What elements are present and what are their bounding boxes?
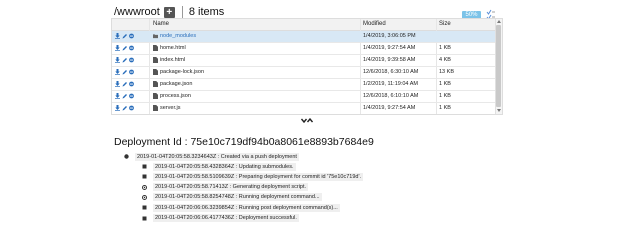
file-name[interactable]: home.html — [160, 45, 186, 51]
file-size: 1 KB — [439, 45, 451, 51]
add-folder-button[interactable]: + — [163, 6, 175, 18]
file-name[interactable]: package.json — [160, 81, 192, 87]
edit-icon[interactable] — [122, 93, 127, 99]
file-modified: 1/2/2019, 11:19:04 AM — [363, 81, 418, 87]
row-actions — [115, 105, 134, 111]
file-row[interactable]: node_modules 1/4/2019, 3:06:05 PM — [112, 31, 495, 43]
row-actions — [115, 69, 134, 75]
file-size: 1 KB — [439, 81, 451, 87]
file-size: 1 KB — [439, 105, 451, 111]
edit-icon[interactable] — [122, 69, 127, 75]
log-text: 2019-01-04T20:05:58.71413Z : Generating … — [153, 183, 309, 192]
download-icon[interactable] — [115, 105, 120, 111]
delete-icon[interactable] — [129, 69, 134, 75]
file-name[interactable]: index.html — [160, 57, 185, 63]
row-actions — [115, 93, 134, 99]
row-actions — [115, 33, 134, 39]
file-modified: 1/4/2019, 9:39:58 AM — [363, 57, 416, 63]
resize-toggle-icon[interactable] — [301, 118, 313, 126]
log-entry: 2019-01-04T20:06:06.3239854Z : Running p… — [142, 203, 340, 212]
file-icon — [153, 93, 158, 99]
file-icon — [153, 45, 158, 51]
file-modified: 1/4/2019, 3:06:05 PM — [363, 33, 416, 39]
step-icon — [142, 164, 147, 169]
log-text: 2019-01-04T20:05:58.3234643Z : Created v… — [135, 152, 299, 161]
column-size[interactable]: Size — [439, 21, 451, 27]
edit-icon[interactable] — [122, 33, 127, 39]
log-text: 2019-01-04T20:06:06.3239854Z : Running p… — [153, 203, 340, 212]
file-row[interactable]: index.html 1/4/2019, 9:39:58 AM 4 KB — [112, 55, 495, 67]
file-modified: 1/4/2019, 9:27:54 AM — [363, 45, 416, 51]
file-name[interactable]: server.js — [160, 105, 180, 111]
file-row[interactable]: home.html 1/4/2019, 9:27:54 AM 1 KB — [112, 43, 495, 55]
path-divider — [181, 6, 183, 18]
delete-icon[interactable] — [129, 33, 134, 39]
download-icon[interactable] — [115, 33, 120, 39]
step-icon — [142, 174, 147, 179]
file-size: 4 KB — [439, 57, 451, 63]
file-icon — [153, 105, 158, 111]
row-actions — [115, 45, 134, 51]
item-count: 8 items — [188, 6, 225, 18]
delete-icon[interactable] — [129, 93, 134, 99]
log-entry: 2019-01-04T20:05:58.5109639Z : Preparing… — [142, 172, 364, 181]
current-path: /wwwroot — [114, 6, 160, 18]
log-entry: 2019-01-04T20:05:58.4328364Z : Updating … — [142, 162, 296, 171]
file-icon — [153, 81, 158, 87]
file-name[interactable]: node_modules — [160, 33, 196, 39]
download-icon[interactable] — [115, 57, 120, 63]
edit-icon[interactable] — [122, 105, 127, 111]
log-text: 2019-01-04T20:05:58.5109639Z : Preparing… — [153, 172, 364, 181]
file-size: 1 KB — [439, 93, 451, 99]
row-actions — [115, 81, 134, 87]
edit-icon[interactable] — [122, 45, 127, 51]
column-modified[interactable]: Modified — [363, 21, 386, 27]
download-icon[interactable] — [115, 81, 120, 87]
gear-icon — [142, 194, 147, 200]
file-icon — [153, 69, 158, 75]
row-actions — [115, 57, 134, 63]
step-icon — [142, 205, 147, 210]
scrollbar-thumb[interactable] — [496, 25, 501, 107]
file-row[interactable]: server.js 1/4/2019, 9:27:54 AM 1 KB — [112, 103, 495, 114]
step-icon — [142, 216, 147, 221]
log-entry: 2019-01-04T20:05:58.8254748Z : Running d… — [142, 193, 322, 202]
log-text: 2019-01-04T20:05:58.4328364Z : Updating … — [153, 162, 296, 171]
scroll-down-arrow[interactable] — [497, 109, 501, 112]
delete-icon[interactable] — [129, 105, 134, 111]
delete-icon[interactable] — [129, 57, 134, 63]
edit-icon[interactable] — [122, 57, 127, 63]
delete-icon[interactable] — [129, 81, 134, 87]
log-text: 2019-01-04T20:06:06.4177436Z : Deploymen… — [153, 214, 299, 222]
download-icon[interactable] — [115, 69, 120, 75]
file-size: 13 KB — [439, 69, 454, 75]
download-icon[interactable] — [115, 45, 120, 51]
file-grid: Name Modified Size node_modules 1/4/2019,… — [111, 18, 503, 115]
grid-header: Name Modified Size — [112, 19, 495, 31]
scroll-up-arrow[interactable] — [497, 20, 501, 23]
delete-icon[interactable] — [129, 45, 134, 51]
bullet-icon — [124, 154, 129, 159]
file-row[interactable]: package.json 1/2/2019, 11:19:04 AM 1 KB — [112, 79, 495, 91]
log-entry: 2019-01-04T20:05:58.3234643Z : Created v… — [124, 152, 299, 161]
log-entry: 2019-01-04T20:05:58.71413Z : Generating … — [142, 183, 309, 192]
file-modified: 12/6/2018, 6:10:10 AM — [363, 93, 419, 99]
file-modified: 1/4/2019, 9:27:54 AM — [363, 105, 416, 111]
folder-icon — [153, 34, 158, 39]
file-modified: 12/6/2018, 6:30:10 AM — [363, 69, 419, 75]
gear-icon — [142, 184, 147, 190]
file-icon — [153, 57, 158, 63]
edit-icon[interactable] — [122, 81, 127, 87]
file-name[interactable]: package-lock.json — [160, 69, 204, 75]
file-row[interactable]: process.json 12/6/2018, 6:10:10 AM 1 KB — [112, 91, 495, 103]
column-name[interactable]: Name — [153, 21, 169, 27]
log-text: 2019-01-04T20:05:58.8254748Z : Running d… — [153, 193, 322, 202]
deployment-id-heading: Deployment Id : 75e10c719df94b0a8061e889… — [114, 136, 374, 148]
file-row[interactable]: package-lock.json 12/6/2018, 6:30:10 AM 13… — [112, 67, 495, 79]
log-entry: 2019-01-04T20:06:06.4177436Z : Deploymen… — [142, 214, 299, 223]
download-icon[interactable] — [115, 93, 120, 99]
file-name[interactable]: process.json — [160, 93, 191, 99]
